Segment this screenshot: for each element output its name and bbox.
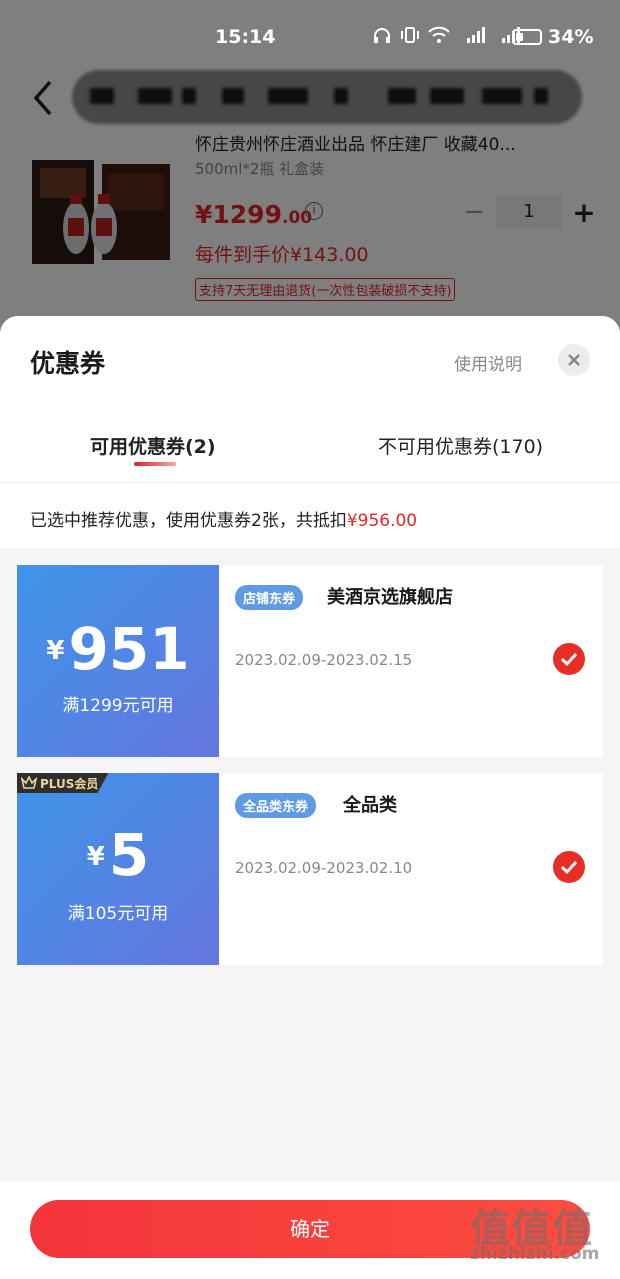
- battery-percent: 34%: [548, 26, 594, 48]
- status-icons: [372, 26, 520, 44]
- sheet-title: 优惠券: [30, 349, 106, 378]
- crown-icon: [21, 776, 37, 789]
- coupon-card[interactable]: ¥951 满1299元可用 店铺东券 美酒京选旗舰店 2023.02.09-20…: [17, 565, 603, 757]
- sheet-header: 优惠券 使用说明 可用优惠券(2) 不可用优惠券(170) 已选中推荐优惠，使用…: [0, 316, 620, 548]
- watermark-site: zhizhizhi.com: [470, 1244, 600, 1264]
- close-button[interactable]: [558, 344, 590, 376]
- coupon-value: ¥951: [46, 615, 190, 683]
- coupon-condition: 满1299元可用: [62, 696, 174, 716]
- coupon-scope: 美酒京选旗舰店: [327, 587, 453, 608]
- checkmark-icon[interactable]: [553, 851, 585, 883]
- signal-4g-icon: [467, 27, 485, 43]
- vibrate-icon: [401, 27, 419, 43]
- discount-amount: ¥956.00: [346, 511, 418, 531]
- close-icon: [568, 354, 580, 366]
- coupon-validity: 2023.02.09-2023.02.15: [235, 651, 413, 669]
- headphones-icon: [374, 28, 390, 43]
- coupon-card[interactable]: PLUS会员 ¥5 满105元可用 全品类东券 全品类 2023.02.09-2…: [17, 773, 603, 965]
- battery-indicator: 34%: [512, 26, 593, 48]
- coupon-type-tag: 全品类东券: [235, 793, 317, 818]
- active-tab-indicator: [134, 462, 176, 466]
- divider: [0, 482, 620, 483]
- coupon-type-tag: 店铺东券: [235, 585, 304, 610]
- watermark: 值值值 zhizhizhi.com: [470, 1196, 615, 1276]
- status-bar: 15:14 34%: [0, 18, 620, 54]
- tab-available-coupons[interactable]: 可用优惠券(2): [90, 432, 216, 459]
- wifi-icon: [428, 26, 450, 43]
- coupon-scope: 全品类: [343, 795, 397, 816]
- status-time: 15:14: [215, 26, 276, 48]
- plus-member-badge: PLUS会员: [17, 773, 109, 793]
- coupon-details: 店铺东券 美酒京选旗舰店 2023.02.09-2023.02.15: [219, 565, 603, 757]
- coupon-value-panel: ¥951 满1299元可用: [17, 565, 219, 757]
- coupon-value: ¥5: [86, 821, 150, 889]
- coupon-value-panel: PLUS会员 ¥5 满105元可用: [17, 773, 219, 965]
- checkmark-icon[interactable]: [553, 643, 585, 675]
- coupon-sheet: 优惠券 使用说明 可用优惠券(2) 不可用优惠券(170) 已选中推荐优惠，使用…: [0, 316, 620, 1279]
- tab-unavailable-coupons[interactable]: 不可用优惠券(170): [378, 432, 543, 459]
- coupon-details: 全品类东券 全品类 2023.02.09-2023.02.10: [219, 773, 603, 965]
- coupon-validity: 2023.02.09-2023.02.10: [235, 859, 413, 877]
- usage-instructions-link[interactable]: 使用说明: [454, 350, 522, 375]
- coupon-condition: 满105元可用: [67, 904, 169, 924]
- discount-summary: 已选中推荐优惠，使用优惠券2张，共抵扣¥956.00: [30, 511, 418, 531]
- battery-icon: [512, 29, 542, 45]
